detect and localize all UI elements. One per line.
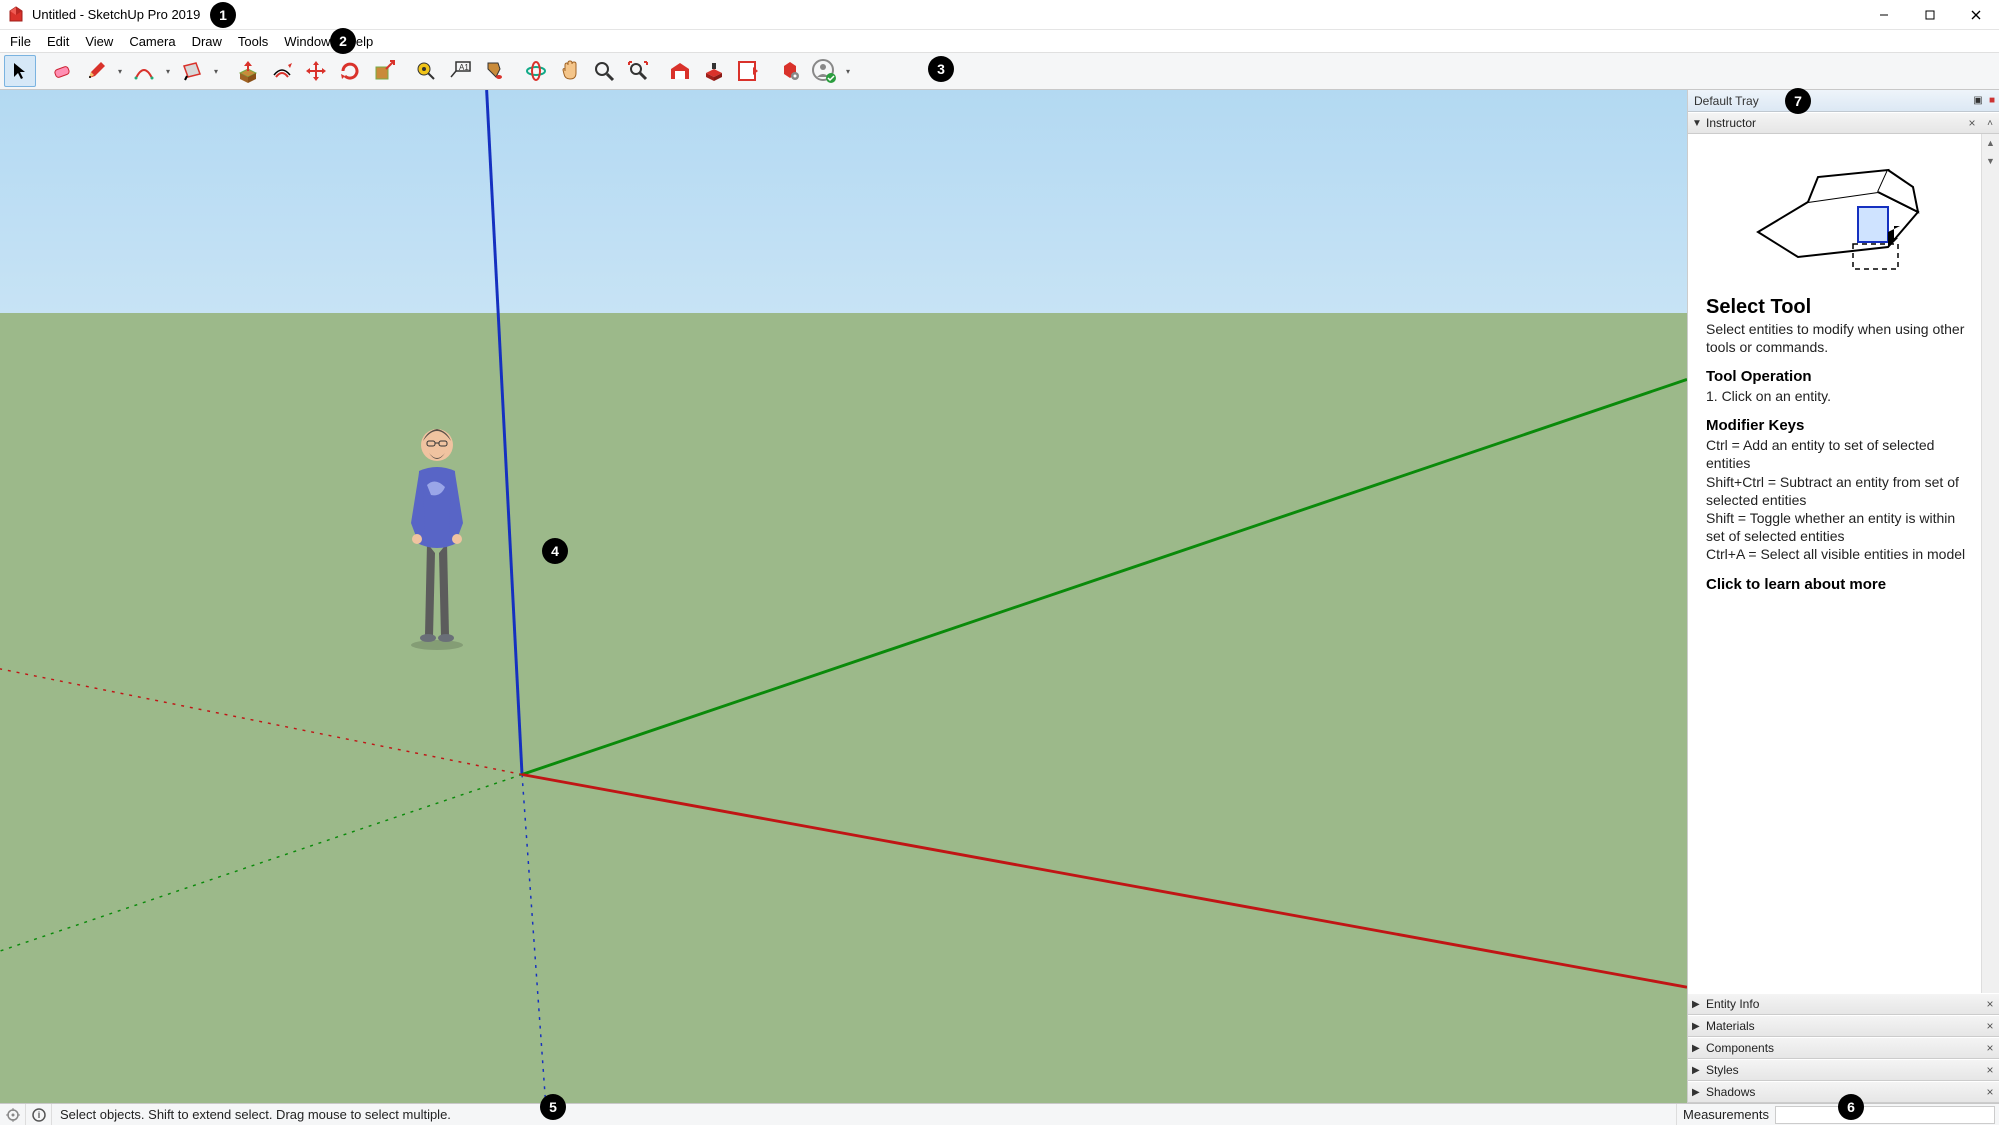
instructor-mod-body: Ctrl = Add an entity to set of selected …: [1706, 436, 1969, 563]
tool-scale[interactable]: [368, 55, 400, 87]
default-tray: Default Tray ▣ ■ ▼ Instructor × ˄: [1687, 90, 1999, 1103]
menu-view[interactable]: View: [77, 32, 121, 51]
menu-camera[interactable]: Camera: [121, 32, 183, 51]
disclosure-right-icon: ▶: [1692, 1087, 1706, 1098]
tool-rectangle[interactable]: [176, 55, 208, 87]
panel-close-icon[interactable]: ×: [1981, 1063, 1999, 1077]
panel-label: Entity Info: [1706, 997, 1759, 1011]
tool-signin[interactable]: [808, 55, 840, 87]
disclosure-right-icon: ▶: [1692, 1065, 1706, 1076]
app-icon: [6, 5, 26, 25]
measurements-input[interactable]: [1775, 1106, 1995, 1124]
axes-overlay: [0, 90, 1687, 1103]
statusbar: i Select objects. Shift to extend select…: [0, 1103, 1999, 1125]
instructor-mod-title: Modifier Keys: [1706, 417, 1969, 434]
toolbar: ▾ ▾ ▾ A1: [0, 52, 1999, 90]
tray-title-label: Default Tray: [1694, 94, 1759, 108]
panel-header-instructor[interactable]: ▼ Instructor × ˄: [1688, 112, 1999, 134]
tray-title[interactable]: Default Tray ▣ ■: [1688, 90, 1999, 112]
window-title: Untitled - SketchUp Pro 2019: [32, 7, 200, 22]
tool-arc-dropdown[interactable]: ▾: [162, 67, 174, 76]
tool-select[interactable]: [4, 55, 36, 87]
panel-close-icon[interactable]: ×: [1981, 1085, 1999, 1099]
scale-figure: [397, 413, 477, 653]
tool-rotate[interactable]: [334, 55, 366, 87]
panel-close-icon[interactable]: ×: [1981, 1041, 1999, 1055]
minimize-button[interactable]: [1861, 0, 1907, 30]
panel-collapse-icon[interactable]: ˄: [1981, 118, 1999, 129]
tool-pencil-dropdown[interactable]: ▾: [114, 67, 126, 76]
menu-tools[interactable]: Tools: [230, 32, 276, 51]
status-hint: Select objects. Shift to extend select. …: [52, 1107, 1676, 1122]
instructor-op-title: Tool Operation: [1706, 368, 1969, 385]
svg-text:i: i: [37, 1110, 40, 1120]
maximize-button[interactable]: [1907, 0, 1953, 30]
instructor-illustration: [1738, 152, 1938, 282]
panel-close-icon[interactable]: ×: [1963, 116, 1981, 130]
instructor-op-body: 1. Click on an entity.: [1706, 387, 1969, 405]
instructor-tool-desc: Select entities to modify when using oth…: [1706, 321, 1969, 356]
menu-window[interactable]: Window: [276, 32, 338, 51]
tray-close-icon[interactable]: ■: [1985, 95, 1999, 106]
measurements-label: Measurements: [1676, 1104, 1775, 1125]
tool-eraser[interactable]: [46, 55, 78, 87]
close-button[interactable]: [1953, 0, 1999, 30]
panel-header-materials[interactable]: ▶ Materials ×: [1688, 1015, 1999, 1037]
instructor-learn-more[interactable]: Click to learn about more: [1706, 576, 1969, 593]
menubar: File Edit View Camera Draw Tools Window …: [0, 30, 1999, 52]
tool-pushpull[interactable]: [232, 55, 264, 87]
instructor-tool-title: Select Tool: [1706, 296, 1969, 319]
panel-label: Shadows: [1706, 1085, 1755, 1099]
panel-label: Styles: [1706, 1063, 1739, 1077]
panel-header-components[interactable]: ▶ Components ×: [1688, 1037, 1999, 1059]
tray-pin-icon[interactable]: ▣: [1971, 95, 1985, 106]
panel-header-styles[interactable]: ▶ Styles ×: [1688, 1059, 1999, 1081]
panel-body-instructor: Select Tool Select entities to modify wh…: [1688, 134, 1999, 993]
tool-move[interactable]: [300, 55, 332, 87]
disclosure-down-icon: ▼: [1692, 118, 1706, 129]
scroll-up-icon[interactable]: ▲: [1982, 134, 1999, 152]
instructor-scrollbar[interactable]: ▲ ▼: [1981, 134, 1999, 993]
titlebar: Untitled - SketchUp Pro 2019: [0, 0, 1999, 30]
svg-text:A1: A1: [459, 63, 469, 72]
panel-header-entity-info[interactable]: ▶ Entity Info ×: [1688, 993, 1999, 1015]
menu-edit[interactable]: Edit: [39, 32, 77, 51]
tool-extension-manager[interactable]: [774, 55, 806, 87]
menu-file[interactable]: File: [2, 32, 39, 51]
tool-extension-warehouse[interactable]: [698, 55, 730, 87]
menu-draw[interactable]: Draw: [184, 32, 230, 51]
panel-close-icon[interactable]: ×: [1981, 1019, 1999, 1033]
menu-help[interactable]: Help: [339, 32, 382, 51]
tool-zoom-extents[interactable]: [622, 55, 654, 87]
credits-icon[interactable]: i: [26, 1104, 52, 1125]
panel-label: Components: [1706, 1041, 1774, 1055]
tool-orbit[interactable]: [520, 55, 552, 87]
tool-signin-dropdown[interactable]: ▾: [842, 67, 854, 76]
disclosure-right-icon: ▶: [1692, 999, 1706, 1010]
tool-send-to-layout[interactable]: [732, 55, 764, 87]
tool-pan[interactable]: [554, 55, 586, 87]
tool-3d-warehouse[interactable]: [664, 55, 696, 87]
geo-location-icon[interactable]: [0, 1104, 26, 1125]
panel-label: Instructor: [1706, 116, 1756, 130]
tool-zoom[interactable]: [588, 55, 620, 87]
panel-header-shadows[interactable]: ▶ Shadows ×: [1688, 1081, 1999, 1103]
disclosure-right-icon: ▶: [1692, 1021, 1706, 1032]
disclosure-right-icon: ▶: [1692, 1043, 1706, 1054]
tool-paint[interactable]: [478, 55, 510, 87]
tool-text[interactable]: A1: [444, 55, 476, 87]
tool-arc[interactable]: [128, 55, 160, 87]
viewport-3d[interactable]: [0, 90, 1687, 1103]
tool-rectangle-dropdown[interactable]: ▾: [210, 67, 222, 76]
panel-close-icon[interactable]: ×: [1981, 997, 1999, 1011]
tool-tape[interactable]: [410, 55, 442, 87]
tool-offset[interactable]: [266, 55, 298, 87]
tool-pencil[interactable]: [80, 55, 112, 87]
panel-label: Materials: [1706, 1019, 1755, 1033]
